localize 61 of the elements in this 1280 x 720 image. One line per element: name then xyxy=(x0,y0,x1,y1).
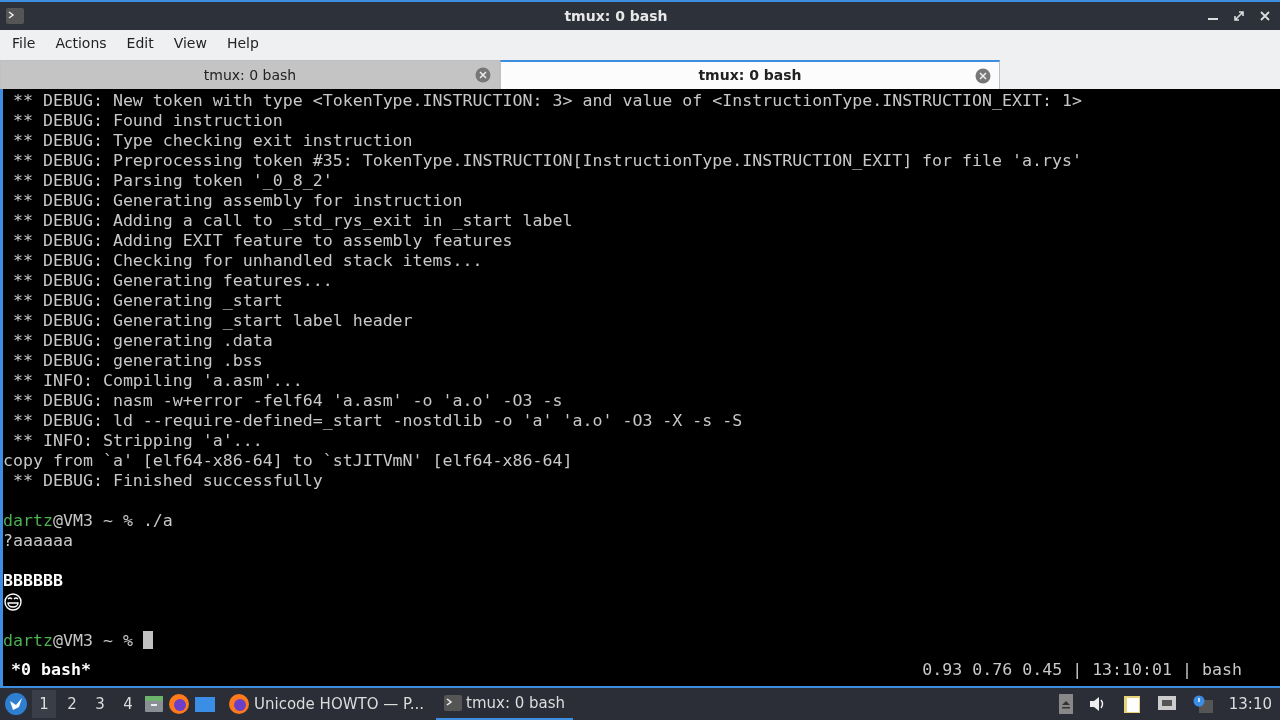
desktop-button[interactable]: 4 xyxy=(116,690,140,718)
terminal-line: ** DEBUG: Generating _start xyxy=(12,291,283,311)
terminal-line: ** DEBUG: Adding a call to _std_rys_exit in _start label xyxy=(12,211,573,231)
bird-icon[interactable] xyxy=(4,692,28,716)
emoji-icon xyxy=(3,591,23,612)
menu-item[interactable]: File xyxy=(2,33,46,54)
tab[interactable]: tmux: 0 bash xyxy=(500,60,1000,89)
terminal-line: ** INFO: Stripping 'a'... xyxy=(12,431,263,451)
file-cabinet-icon[interactable] xyxy=(144,694,164,714)
terminal-line: ** DEBUG: Generating assembly for instruction xyxy=(12,191,463,211)
terminal-line: ** DEBUG: Found instruction xyxy=(12,111,283,131)
eject-icon[interactable] xyxy=(1058,694,1073,714)
menu-item[interactable]: View xyxy=(163,33,217,54)
terminal-line: ** DEBUG: nasm -w+error -felf64 'a.asm' -o 'a.o' -O3 -s xyxy=(12,391,563,411)
menu-item[interactable]: Edit xyxy=(116,33,164,54)
task-label: tmux: 0 bash xyxy=(466,692,566,714)
terminal-line: ** DEBUG: generating .bss xyxy=(12,351,263,371)
terminal-icon xyxy=(6,8,24,24)
terminal-line: ** DEBUG: ld --require-defined=_start -nostdlib -o 'a' 'a.o' -O3 -X -s -S xyxy=(12,411,743,431)
clock: 13:10 xyxy=(1228,693,1272,715)
terminal-line: ?aaaaaa xyxy=(3,531,73,551)
terminal-icon xyxy=(444,695,463,711)
taskbar-task[interactable]: tmux: 0 bash xyxy=(436,688,574,720)
terminal-line: ** DEBUG: Generating features... xyxy=(12,271,333,291)
terminal-line: ** DEBUG: Type checking exit instruction xyxy=(12,131,413,151)
terminal-line: ** DEBUG: Adding EXIT feature to assembly features xyxy=(12,231,513,251)
close-icon[interactable] xyxy=(975,67,991,84)
prompt-user: dartz xyxy=(3,511,53,530)
desktop-button[interactable]: 3 xyxy=(88,690,112,718)
prompt-host: @VM3 ~ % xyxy=(52,631,134,650)
browser-icon xyxy=(228,693,250,715)
notification-icon[interactable] xyxy=(1192,695,1213,713)
terminal-line: ** DEBUG: New token with type <TokenType.INSTRUCTION: 3> and value of <InstructionType.INSTRUCTION_EXIT: 1> xyxy=(12,91,1082,111)
desktop-button[interactable]: 1 xyxy=(32,690,56,718)
clipboard-icon[interactable] xyxy=(1122,694,1141,714)
terminal-line: BBBBBB xyxy=(3,571,63,591)
window-title: tmux: 0 bash xyxy=(563,6,669,26)
network-icon[interactable] xyxy=(1156,695,1177,713)
menu-item[interactable]: Actions xyxy=(45,33,117,54)
close-icon[interactable] xyxy=(1260,11,1270,21)
terminal-line: ** DEBUG: Checking for unhandled stack items... xyxy=(12,251,483,271)
terminal-line: ** DEBUG: Finished successfully xyxy=(12,471,323,491)
terminal-line: ** DEBUG: Parsing token '_0_8_2' xyxy=(12,171,333,191)
tab[interactable]: tmux: 0 bash xyxy=(0,60,500,89)
taskbar-task[interactable]: Unicode HOWTO — P... xyxy=(220,688,433,720)
menu-item[interactable]: Help xyxy=(216,33,269,54)
terminal-line: ** INFO: Compiling 'a.asm'... xyxy=(12,371,303,391)
command-text: ./a xyxy=(142,511,173,530)
terminal-line: ** DEBUG: generating .data xyxy=(12,331,273,351)
maximize-icon[interactable] xyxy=(1234,11,1244,21)
terminal-line: ** DEBUG: Generating _start label header xyxy=(12,311,413,331)
browser-icon[interactable] xyxy=(168,693,190,715)
terminal-line: copy from `a' [elf64-x86-64] to `stJITVmN' [elf64-x86-64] xyxy=(3,451,573,471)
terminal-line: ** DEBUG: Preprocessing token #35: TokenType.INSTRUCTION[InstructionType.INSTRUCTION_EXIT] for file 'a.rys' xyxy=(12,151,1082,171)
prompt-host: @VM3 ~ % xyxy=(52,511,134,530)
prompt-user: dartz xyxy=(3,631,53,650)
tmux-window-name: *0 bash* xyxy=(10,660,91,681)
desktop-button[interactable]: 2 xyxy=(60,690,84,718)
tmux-status: 0.93 0.76 0.45 | 13:10:01 | bash xyxy=(922,660,1242,681)
task-label: Unicode HOWTO — P... xyxy=(254,693,425,715)
window-icon[interactable] xyxy=(194,694,216,714)
